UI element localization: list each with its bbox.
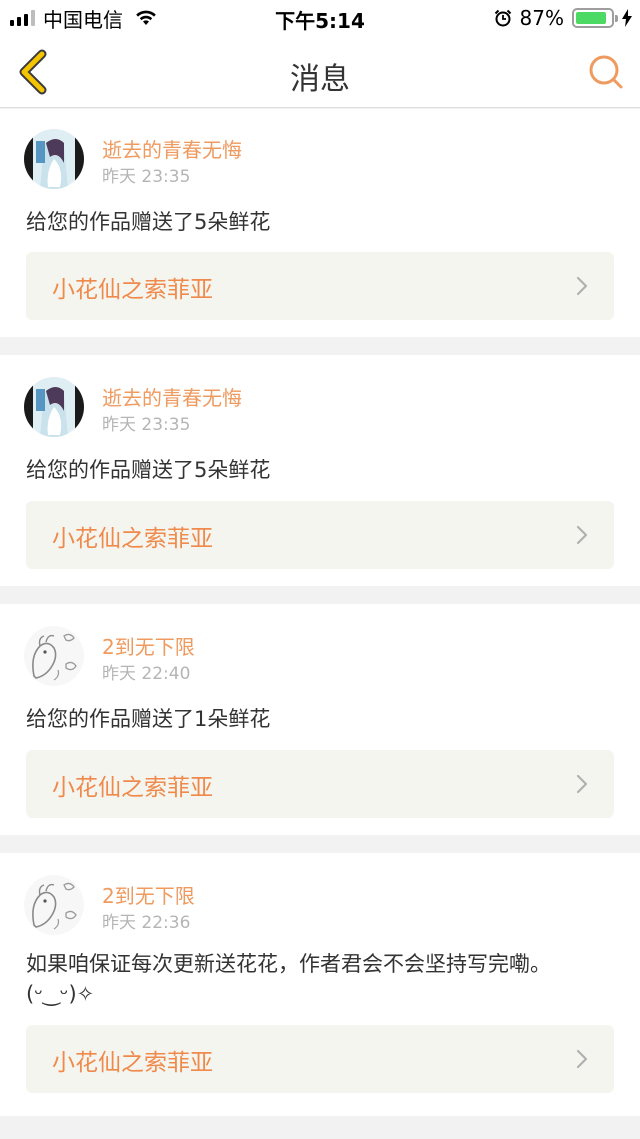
message-time: 昨天 22:40 (102, 664, 191, 684)
work-title: 小花仙之索菲亚 (52, 526, 213, 552)
work-title: 小花仙之索菲亚 (52, 1050, 213, 1076)
message-card: 2到无下限 昨天 22:40 给您的作品赠送了1朵鲜花 小花仙之索菲亚 (0, 604, 640, 835)
work-title: 小花仙之索菲亚 (52, 775, 213, 801)
message-time: 昨天 22:36 (102, 913, 191, 933)
sketch-avatar-icon (24, 626, 84, 686)
page-title: 消息 (290, 62, 350, 97)
work-link[interactable]: 小花仙之索菲亚 (26, 252, 614, 320)
work-link[interactable]: 小花仙之索菲亚 (26, 1025, 614, 1093)
avatar[interactable] (24, 626, 84, 686)
charging-bolt-icon (622, 9, 632, 27)
separator (0, 586, 640, 604)
message-list: 逝去的青春无悔 昨天 23:35 给您的作品赠送了5朵鲜花 小花仙之索菲亚 逝去 (0, 109, 640, 1116)
message-content: 给您的作品赠送了5朵鲜花 (26, 458, 271, 482)
username[interactable]: 2到无下限 (102, 880, 195, 909)
chevron-right-icon (576, 276, 588, 296)
avatar[interactable] (24, 129, 84, 189)
sketch-avatar-icon (24, 875, 84, 935)
message-content: 如果咱保证每次更新送花花，作者君会不会坚持写完嘞。(ᵕ‿ᵕ)✧ (26, 952, 551, 1006)
username[interactable]: 逝去的青春无悔 (102, 382, 242, 411)
nav-bar: 消息 (0, 36, 640, 108)
message-content: 给您的作品赠送了1朵鲜花 (26, 707, 271, 731)
work-link[interactable]: 小花仙之索菲亚 (26, 501, 614, 569)
message-card: 2到无下限 昨天 22:36 如果咱保证每次更新送花花，作者君会不会坚持写完嘞。… (0, 853, 640, 1116)
status-right: 87% (494, 6, 632, 30)
battery-fill (576, 12, 606, 24)
message-content: 给您的作品赠送了5朵鲜花 (26, 210, 271, 234)
username[interactable]: 2到无下限 (102, 631, 195, 660)
book-cover-avatar-icon (24, 129, 84, 189)
status-bar: 中国电信 下午5:14 87% (0, 0, 640, 36)
chevron-right-icon (576, 525, 588, 545)
chevron-right-icon (576, 1049, 588, 1069)
avatar[interactable] (24, 377, 84, 437)
work-link[interactable]: 小花仙之索菲亚 (26, 750, 614, 818)
message-card: 逝去的青春无悔 昨天 23:35 给您的作品赠送了5朵鲜花 小花仙之索菲亚 (0, 355, 640, 586)
work-title: 小花仙之索菲亚 (52, 277, 213, 303)
username[interactable]: 逝去的青春无悔 (102, 134, 242, 163)
alarm-icon (494, 9, 511, 27)
message-time: 昨天 23:35 (102, 415, 191, 435)
battery-icon (572, 8, 618, 28)
separator (0, 337, 640, 355)
message-time: 昨天 23:35 (102, 167, 191, 187)
search-icon (589, 55, 623, 89)
separator (0, 835, 640, 853)
book-cover-avatar-icon (24, 377, 84, 437)
avatar[interactable] (24, 875, 84, 935)
search-button[interactable] (586, 52, 626, 92)
battery-percent: 87% (519, 6, 564, 30)
message-card: 逝去的青春无悔 昨天 23:35 给您的作品赠送了5朵鲜花 小花仙之索菲亚 (0, 109, 640, 337)
chevron-right-icon (576, 774, 588, 794)
battery-cap (615, 15, 618, 22)
